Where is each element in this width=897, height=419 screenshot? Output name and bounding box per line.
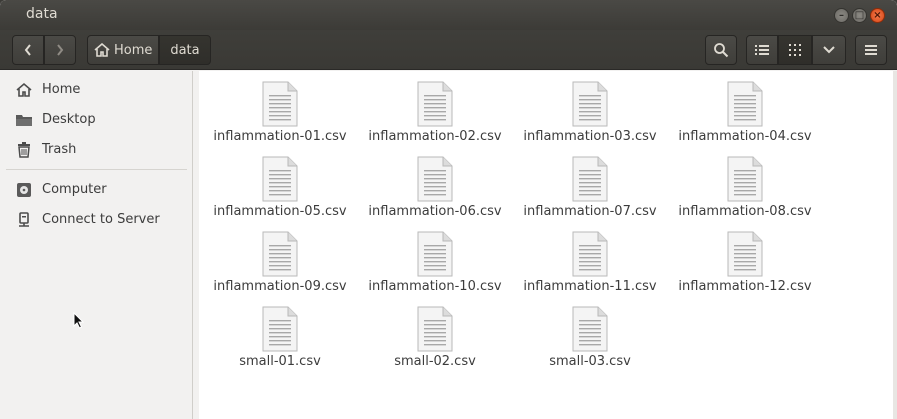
file-name: inflammation-12.csv xyxy=(678,279,812,294)
list-view-icon xyxy=(755,45,769,55)
sidebar-item-home[interactable]: Home xyxy=(0,77,193,103)
grid-view-icon xyxy=(789,44,801,56)
text-file-icon xyxy=(262,231,298,281)
file-name: inflammation-04.csv xyxy=(678,129,812,144)
file-name: small-03.csv xyxy=(549,354,631,369)
menu-button[interactable] xyxy=(855,35,887,65)
file-item[interactable]: inflammation-11.csv xyxy=(515,223,665,295)
close-icon: × xyxy=(873,10,882,21)
file-manager-window: data – □ × Home data Home Desktop Trash … xyxy=(0,0,897,419)
text-file-icon xyxy=(417,306,453,356)
grid-view-button[interactable] xyxy=(778,35,812,65)
sidebar-divider xyxy=(6,169,187,170)
breadcrumb-current-label: data xyxy=(170,42,200,58)
file-item[interactable]: small-03.csv xyxy=(515,298,665,370)
text-file-icon xyxy=(417,231,453,281)
breadcrumb-home[interactable]: Home xyxy=(87,35,159,65)
file-item[interactable]: inflammation-04.csv xyxy=(670,73,820,145)
text-file-icon xyxy=(262,156,298,206)
text-file-icon xyxy=(572,231,608,281)
file-item[interactable]: inflammation-07.csv xyxy=(515,148,665,220)
chevron-right-icon xyxy=(57,44,64,56)
file-item[interactable]: inflammation-02.csv xyxy=(360,73,510,145)
text-file-icon xyxy=(417,156,453,206)
toolbar: Home data xyxy=(0,30,897,70)
file-item[interactable]: inflammation-01.csv xyxy=(205,73,355,145)
text-file-icon xyxy=(572,156,608,206)
maximize-icon: □ xyxy=(854,10,865,21)
text-file-icon xyxy=(262,306,298,356)
minimize-icon: – xyxy=(839,10,844,21)
file-item[interactable]: inflammation-08.csv xyxy=(670,148,820,220)
chevron-down-icon xyxy=(823,46,835,54)
view-options-button[interactable] xyxy=(812,35,846,65)
file-name: inflammation-05.csv xyxy=(213,204,347,219)
text-file-icon xyxy=(727,81,763,131)
text-file-icon xyxy=(262,81,298,131)
mouse-cursor-icon xyxy=(73,312,85,329)
window-title: data xyxy=(26,6,58,22)
file-name: inflammation-06.csv xyxy=(368,204,502,219)
minimize-button[interactable]: – xyxy=(834,8,849,23)
file-item[interactable]: inflammation-12.csv xyxy=(670,223,820,295)
file-name: inflammation-10.csv xyxy=(368,279,502,294)
file-name: inflammation-11.csv xyxy=(523,279,657,294)
chevron-left-icon xyxy=(24,44,31,56)
search-button[interactable] xyxy=(705,35,737,65)
text-file-icon xyxy=(572,81,608,131)
file-name: inflammation-01.csv xyxy=(213,129,347,144)
file-name: inflammation-07.csv xyxy=(523,204,657,219)
text-file-icon xyxy=(727,231,763,281)
close-button[interactable]: × xyxy=(870,8,885,23)
file-name: inflammation-08.csv xyxy=(678,204,812,219)
sidebar-item-connect-to-server[interactable]: Connect to Server xyxy=(0,207,193,233)
search-icon xyxy=(714,43,729,58)
sidebar-item-computer[interactable]: Computer xyxy=(0,177,193,203)
sidebar-item-label: Desktop xyxy=(42,112,96,127)
breadcrumb-current[interactable]: data xyxy=(159,35,211,65)
file-name: small-01.csv xyxy=(239,354,321,369)
text-file-icon xyxy=(727,156,763,206)
sidebar-item-label: Home xyxy=(42,82,81,97)
forward-button[interactable] xyxy=(44,35,76,65)
file-name: inflammation-03.csv xyxy=(523,129,657,144)
sidebar-item-label: Trash xyxy=(42,142,77,157)
file-grid: inflammation-01.csv inflammation-02.csv in… xyxy=(199,71,893,419)
title-bar[interactable]: data – □ × xyxy=(0,0,897,30)
home-icon xyxy=(94,43,110,57)
hamburger-menu-icon xyxy=(865,45,877,55)
sidebar-item-trash[interactable]: Trash xyxy=(0,137,193,163)
maximize-button[interactable]: □ xyxy=(852,8,867,23)
file-name: small-02.csv xyxy=(394,354,476,369)
scrollbar[interactable] xyxy=(893,71,897,419)
text-file-icon xyxy=(572,306,608,356)
sidebar-item-label: Computer xyxy=(42,182,107,197)
drive-icon xyxy=(17,183,31,197)
sidebar-item-label: Connect to Server xyxy=(42,212,160,227)
text-file-icon xyxy=(417,81,453,131)
sidebar-item-desktop[interactable]: Desktop xyxy=(0,107,193,133)
file-name: inflammation-02.csv xyxy=(368,129,502,144)
file-item[interactable]: small-01.csv xyxy=(205,298,355,370)
trash-icon xyxy=(18,142,30,158)
breadcrumb-home-label: Home xyxy=(114,42,153,58)
file-item[interactable]: inflammation-05.csv xyxy=(205,148,355,220)
file-item[interactable]: inflammation-10.csv xyxy=(360,223,510,295)
folder-icon xyxy=(16,115,32,126)
server-icon xyxy=(19,212,29,227)
list-view-button[interactable] xyxy=(746,35,778,65)
file-name: inflammation-09.csv xyxy=(213,279,347,294)
file-item[interactable]: small-02.csv xyxy=(360,298,510,370)
back-button[interactable] xyxy=(12,35,44,65)
file-item[interactable]: inflammation-03.csv xyxy=(515,73,665,145)
home-icon xyxy=(16,82,32,97)
file-item[interactable]: inflammation-06.csv xyxy=(360,148,510,220)
sidebar: Home Desktop Trash Computer Connect to S… xyxy=(0,71,193,419)
file-item[interactable]: inflammation-09.csv xyxy=(205,223,355,295)
